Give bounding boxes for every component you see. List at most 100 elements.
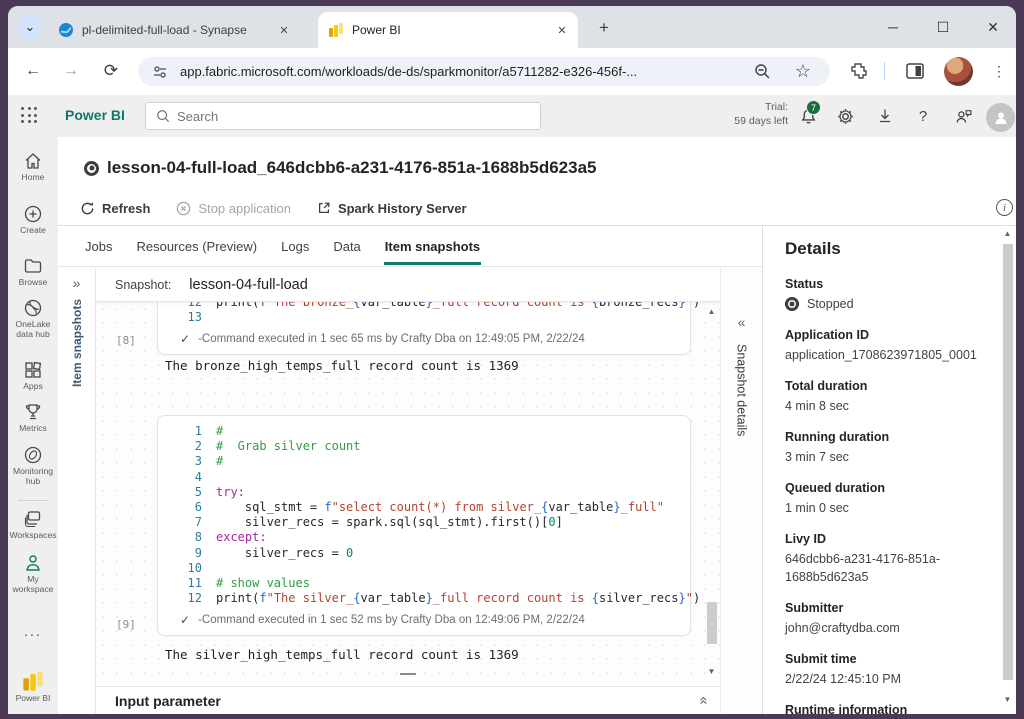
tab-resources[interactable]: Resources (Preview) <box>135 228 258 265</box>
tab-title: Power BI <box>352 23 554 37</box>
collapse-up-icon[interactable]: « <box>695 696 712 704</box>
info-icon[interactable]: i <box>996 199 1013 216</box>
new-tab-button[interactable]: + <box>592 16 616 40</box>
sidebar-item-metrics[interactable]: Metrics <box>8 402 58 433</box>
sidebar-item-onelake[interactable]: OneLake data hub <box>8 298 58 339</box>
workspaces-icon <box>23 509 43 529</box>
notebook-snapshot-view: 1#2# Grab bronze count3#45try:6 sql_stmt… <box>96 302 720 682</box>
browser-tab-synapse[interactable]: pl-delimited-full-load - Synapse ✕ <box>48 12 300 48</box>
tab-title: pl-delimited-full-load - Synapse <box>82 23 276 37</box>
tab-data[interactable]: Data <box>332 228 361 265</box>
check-icon: ✓ <box>180 613 190 627</box>
spark-history-server-button[interactable]: Spark History Server <box>317 201 467 216</box>
account-avatar[interactable] <box>986 103 1015 132</box>
close-tab-icon[interactable]: ✕ <box>554 22 570 38</box>
scroll-up-icon[interactable]: ▲ <box>708 306 716 318</box>
browser-menu-icon[interactable]: ⋮ <box>988 60 1010 82</box>
forward-icon[interactable]: → <box>60 60 82 82</box>
site-settings-icon[interactable] <box>152 64 168 80</box>
refresh-button[interactable]: Refresh <box>80 201 150 216</box>
tab-logs[interactable]: Logs <box>280 228 310 265</box>
snapshot-header: Snapshot: lesson-04-full-load <box>96 268 720 302</box>
tab-search-button[interactable]: ⌄ <box>18 15 42 39</box>
resize-handle[interactable] <box>400 673 416 675</box>
browser-window: ⌄ pl-delimited-full-load - Synapse ✕ Pow… <box>8 6 1016 714</box>
sidebar-item-powerbi[interactable]: Power BI <box>8 670 58 703</box>
close-button[interactable]: ✕ <box>968 19 1016 36</box>
apps-icon <box>23 360 43 380</box>
refresh-icon <box>80 201 95 216</box>
sidebar-item-monitoring-hub[interactable]: Monitoring hub <box>8 445 58 486</box>
expand-left-icon[interactable]: « <box>721 314 762 330</box>
search-input[interactable]: Search <box>145 102 541 130</box>
sidebar-item-apps[interactable]: Apps <box>8 360 58 391</box>
detail-livy-id: Livy ID646dcbb6-a231-4176-851a- 1688b5d6… <box>785 532 1016 586</box>
cell-index-marker: [8] <box>116 334 136 347</box>
input-parameter-section[interactable]: Input parameter « <box>96 686 762 714</box>
details-scrollbar[interactable]: ▲ ▼ <box>1000 228 1015 706</box>
detail-submitter: Submitterjohn@craftydba.com <box>785 601 1016 637</box>
browser-profile-avatar[interactable] <box>944 57 973 86</box>
reload-icon[interactable]: ⟳ <box>100 60 122 82</box>
tab-jobs[interactable]: Jobs <box>84 228 113 265</box>
notification-count-badge: 7 <box>806 100 821 115</box>
onelake-icon <box>23 298 43 318</box>
scrollbar-thumb[interactable] <box>1003 244 1013 680</box>
powerbi-icon <box>328 22 344 38</box>
expand-right-icon[interactable]: » <box>58 275 95 291</box>
powerbi-header: Power BI Search Trial:59 days left 7 ? <box>8 95 1016 137</box>
detail-runtime-information: Runtime information <box>785 703 1016 714</box>
notebook-cell: 1#2# Grab bronze count3#45try:6 sql_stmt… <box>157 302 691 355</box>
scroll-down-icon[interactable]: ▼ <box>1004 694 1012 706</box>
sidebar-item-browse[interactable]: Browse <box>8 256 58 287</box>
stop-application-button[interactable]: Stop application <box>176 201 291 216</box>
split-screen-icon[interactable] <box>906 62 924 80</box>
sidebar-item-create[interactable]: Create <box>8 204 58 235</box>
help-icon[interactable]: ? <box>912 105 934 127</box>
detail-status: Status Stopped <box>785 277 1016 313</box>
external-link-icon <box>317 201 331 215</box>
plus-circle-icon <box>23 204 43 224</box>
scroll-up-icon[interactable]: ▲ <box>1004 228 1012 240</box>
close-tab-icon[interactable]: ✕ <box>276 22 292 38</box>
settings-gear-icon[interactable] <box>834 105 856 127</box>
sidebar-item-my-workspace[interactable]: My workspace <box>8 553 58 594</box>
browser-tab-powerbi[interactable]: Power BI ✕ <box>318 12 578 48</box>
download-icon[interactable] <box>874 105 896 127</box>
item-snapshots-strip: » Item snapshots <box>58 268 96 714</box>
detail-total-duration: Total duration4 min 8 sec <box>785 379 1016 415</box>
sidebar-item-workspaces[interactable]: Workspaces <box>8 509 58 540</box>
cell-index-marker: [9] <box>116 618 136 631</box>
search-icon <box>156 109 170 123</box>
sidebar-more-button[interactable]: ... <box>8 623 58 639</box>
back-icon[interactable]: ← <box>22 60 44 82</box>
synapse-icon <box>58 22 74 38</box>
stopped-status-icon <box>84 161 99 176</box>
scroll-down-icon[interactable]: ▼ <box>708 666 716 678</box>
search-placeholder: Search <box>177 109 218 124</box>
notebook-cell: 1#2# Grab silver count3#45try:6 sql_stmt… <box>157 415 691 636</box>
strip-label[interactable]: Snapshot details <box>735 344 749 436</box>
detail-submit-time: Submit time2/22/24 12:45:10 PM <box>785 652 1016 688</box>
tab-item-snapshots[interactable]: Item snapshots <box>384 228 481 265</box>
cell-output: The bronze_high_temps_full record count … <box>165 358 519 373</box>
minimize-button[interactable]: ─ <box>868 19 918 35</box>
left-nav-sidebar: Home Create Browse OneLake data hub Apps… <box>8 137 58 714</box>
sidebar-item-home[interactable]: Home <box>8 151 58 182</box>
zoom-icon[interactable] <box>754 63 771 80</box>
bookmark-star-icon[interactable]: ☆ <box>792 60 814 82</box>
stopped-status-icon <box>785 297 799 311</box>
cell-output: The silver_high_temps_full record count … <box>165 647 519 662</box>
strip-label[interactable]: Item snapshots <box>70 299 84 387</box>
scrollbar-thumb[interactable] <box>707 602 717 644</box>
notebook-scrollbar[interactable]: ▲ ▼ <box>704 306 719 678</box>
page-title: lesson-04-full-load_646dcbb6-a231-4176-8… <box>107 158 596 178</box>
maximize-button[interactable]: ☐ <box>918 19 968 36</box>
url-bar[interactable]: app.fabric.microsoft.com/workloads/de-ds… <box>138 57 830 86</box>
window-controls: ─ ☐ ✕ <box>868 6 1016 48</box>
brand-logo[interactable]: Power BI <box>65 107 125 123</box>
waffle-icon[interactable] <box>21 107 38 124</box>
feedback-icon[interactable] <box>952 105 974 127</box>
notifications-bell-icon[interactable]: 7 <box>797 105 819 127</box>
extensions-icon[interactable] <box>850 62 868 80</box>
